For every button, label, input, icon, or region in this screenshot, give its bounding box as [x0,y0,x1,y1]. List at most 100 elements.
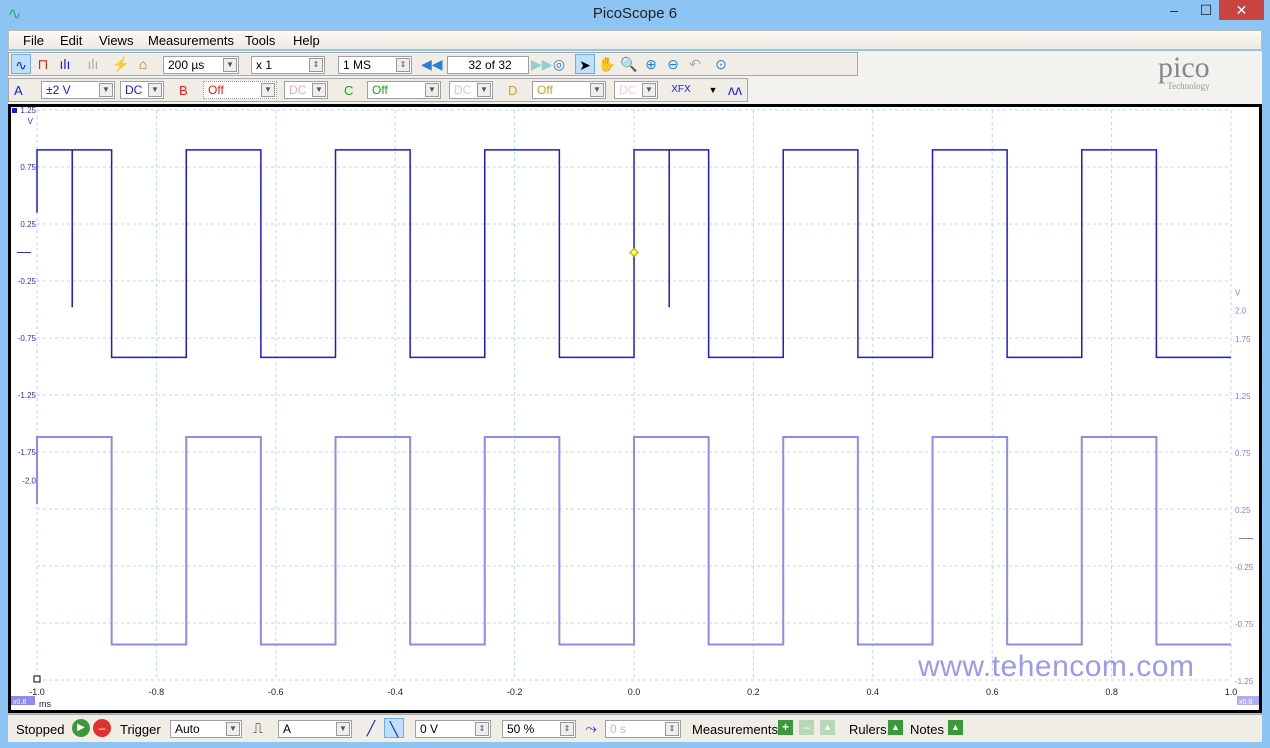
chevron-down-icon[interactable]: ▼ [425,83,439,97]
start-button[interactable]: ▶ [72,719,90,737]
close-button[interactable]: ✕ [1219,0,1264,20]
chevron-down-icon[interactable]: ▼ [477,83,491,97]
spinner-icon[interactable]: ⇕ [475,722,489,736]
channel-b-range[interactable]: Off ▼ [203,81,277,99]
falling-edge-icon[interactable]: ╲ [384,718,404,738]
right-axis-tick: 0.25 [1235,506,1251,515]
coupling-value: DC [125,83,143,97]
zoom-area-icon[interactable]: 🔍 [619,54,639,74]
left-axis-unit: V [28,117,34,126]
channel-a-range[interactable]: ±2 V ▼ [41,81,115,99]
right-axis-tick: 1.25 [1235,392,1251,401]
undo-zoom-icon[interactable]: ↶ [685,54,705,74]
persistence-mode-icon[interactable]: ⊓ [33,54,53,74]
add-measurement-button[interactable]: + [778,720,793,735]
next-buffer-icon[interactable]: ▶▶ [531,54,553,74]
zoom-badge-text: x0.8 [13,699,26,706]
scope-view[interactable]: -1.0 -0.8 -0.6 -0.4 -0.2 0.0 0.2 0.4 0.6 0.8 1.0 ms… [11,106,1259,710]
buffer-navigator[interactable]: 32 of 32 [447,56,529,74]
right-axis-tick: -1.25 [1235,677,1254,686]
left-axis-tick: -1.75 [18,448,37,457]
spectrum-mode-icon[interactable]: ılı [55,54,75,74]
x-tick-label: 0.0 [628,687,641,697]
trigger-threshold-spinner[interactable]: 0 V ⇕ [415,720,491,738]
title-bar: ∿ PicoScope 6 – ☐ ✕ [0,0,1270,28]
spinner-icon[interactable]: ⇕ [560,722,574,736]
delete-measurement-button[interactable]: – [799,720,814,735]
pre-trigger-spinner[interactable]: 50 % ⇕ [502,720,576,738]
channel-b-waveform [36,436,1231,646]
channel-d-coupling[interactable]: DC ▼ [614,81,658,99]
chevron-down-icon[interactable]: ▼ [703,80,723,100]
channel-b-button[interactable]: B [179,83,188,98]
zoom-100-icon[interactable]: ⊙ [711,54,731,74]
zoom-out-icon[interactable]: ⊖ [663,54,683,74]
right-axis-tick: -0.75 [1235,620,1254,629]
chevron-down-icon[interactable]: ▼ [312,83,326,97]
chevron-down-icon[interactable]: ▼ [226,722,240,736]
chevron-down-icon[interactable]: ▼ [223,58,237,72]
trigger-label: Trigger [120,722,161,737]
range-value: Off [537,83,553,97]
chevron-down-icon[interactable]: ▼ [336,722,350,736]
pre-trigger-value: 50 % [507,722,535,736]
x-tick-label: -0.4 [387,687,403,697]
watermark: www.tehencom.com [918,650,1195,683]
channel-a-button[interactable]: A [14,83,23,98]
auto-setup-icon[interactable]: ⚡ [111,54,131,74]
menu-views[interactable]: Views [99,33,133,48]
signal-generator-icon[interactable]: ılı [83,54,103,74]
chevron-down-icon[interactable]: ▼ [261,83,275,97]
stop-button[interactable]: – [93,719,111,737]
rising-edge-icon[interactable]: ╱ [361,718,381,738]
menu-file[interactable]: File [23,33,44,48]
channel-c-button[interactable]: C [344,83,353,98]
scope-mode-icon[interactable]: ∿ [11,54,31,74]
trigger-mode-select[interactable]: Auto ▼ [170,720,242,738]
status-bar: Stopped ▶ – Trigger Auto ▼ ⎍ A ▼ ╱ ╲ 0 V ⇕ … [8,714,1262,742]
pointer-tool-icon[interactable]: ➤ [575,54,595,74]
delay-spinner[interactable]: 0 s ⇕ [605,720,681,738]
menu-tools[interactable]: Tools [245,33,275,48]
menu-edit[interactable]: Edit [60,33,82,48]
timebase-select[interactable]: 200 µs ▼ [163,56,239,74]
compass-icon[interactable]: ◎ [549,54,569,74]
notes-button[interactable]: ▲ [948,720,963,735]
home-icon[interactable]: ⌂ [133,54,153,74]
channel-d-range[interactable]: Off ▼ [532,81,606,99]
channel-d-button[interactable]: D [508,83,517,98]
math-channels-icon[interactable]: XFX [671,80,691,100]
x-tick-label: 0.8 [1105,687,1118,697]
maximize-button[interactable]: ☐ [1192,0,1220,20]
zoom-factor-spinner[interactable]: x 1 ⇕ [251,56,325,74]
chevron-down-icon[interactable]: ▼ [99,83,113,97]
reference-waveforms-icon[interactable]: ʌʌ [725,80,745,100]
channel-c-range[interactable]: Off ▼ [367,81,441,99]
x-tick-label: -0.2 [507,687,523,697]
samples-spinner[interactable]: 1 MS ⇕ [338,56,412,74]
zoom-in-icon[interactable]: ⊕ [641,54,661,74]
spinner-icon[interactable]: ⇕ [309,58,323,72]
spinner-icon[interactable]: ⇕ [396,58,410,72]
chevron-down-icon[interactable]: ▼ [148,83,162,97]
post-trigger-delay-icon[interactable]: ⤳ [581,718,601,738]
channel-a-coupling[interactable]: DC ▼ [120,81,164,99]
delay-value: 0 s [610,722,627,736]
chevron-down-icon[interactable]: ▼ [642,83,656,97]
minimize-button[interactable]: – [1160,0,1188,20]
trigger-source-select[interactable]: A ▼ [278,720,352,738]
edit-measurement-button[interactable]: ▲ [820,720,835,735]
channel-b-coupling[interactable]: DC ▼ [284,81,328,99]
left-axis-tick: -0.75 [18,334,37,343]
channel-c-coupling[interactable]: DC ▼ [449,81,493,99]
menu-measurements[interactable]: Measurements [148,33,234,48]
chevron-down-icon[interactable]: ▼ [590,83,604,97]
rulers-button[interactable]: ▲ [888,720,903,735]
hand-tool-icon[interactable]: ✋ [597,54,617,74]
menu-help[interactable]: Help [293,33,320,48]
waveform-chart[interactable]: -1.0 -0.8 -0.6 -0.4 -0.2 0.0 0.2 0.4 0.6 0.8 1.0 ms… [11,106,1259,710]
first-buffer-icon[interactable]: ◀◀ [421,54,443,74]
advanced-trigger-icon[interactable]: ⎍ [248,718,268,738]
spinner-icon[interactable]: ⇕ [665,722,679,736]
rulers-label: Rulers [849,722,887,737]
